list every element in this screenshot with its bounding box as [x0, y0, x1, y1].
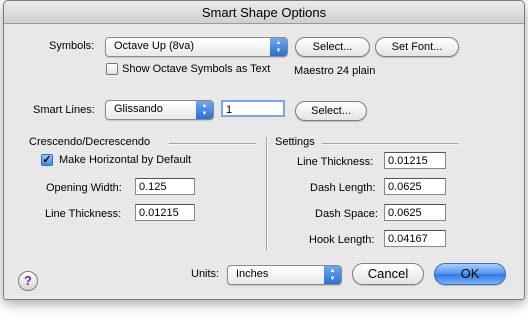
settings-vertical-divider	[266, 137, 268, 251]
smart-lines-label: Smart Lines:	[33, 104, 95, 116]
units-popup-value: Inches	[236, 268, 269, 280]
make-horizontal-label: Make Horizontal by Default	[59, 154, 192, 166]
show-octave-label: Show Octave Symbols as Text	[122, 63, 271, 75]
help-button[interactable]: ?	[18, 271, 38, 291]
symbols-popup[interactable]: Octave Up (8va) ▲ ▼	[105, 37, 288, 57]
crescendo-line-thickness-label: Line Thickness:	[45, 208, 122, 220]
dash-space-field[interactable]: 0.0625	[384, 204, 446, 221]
show-octave-checkbox[interactable]	[106, 63, 118, 75]
hook-length-label: Hook Length:	[309, 234, 375, 246]
crescendo-line-thickness-field[interactable]: 0.01215	[135, 204, 195, 221]
hook-length-field[interactable]: 0.04167	[384, 230, 446, 247]
up-down-arrows-icon: ▲ ▼	[270, 38, 287, 56]
symbol-font-info: Maestro 24 plain	[294, 65, 376, 77]
ok-button[interactable]: OK	[434, 263, 506, 285]
settings-line-thickness-field[interactable]: 0.01215	[384, 152, 446, 169]
smart-lines-number-field[interactable]: 1	[221, 100, 285, 117]
settings-heading: Settings	[275, 136, 315, 148]
symbols-select-button[interactable]: Select...	[295, 37, 370, 57]
symbols-label: Symbols:	[49, 40, 95, 52]
dialog-title: Smart Shape Options	[4, 1, 524, 24]
make-horizontal-checkbox[interactable]: ✓	[41, 154, 53, 166]
symbols-popup-value: Octave Up (8va)	[114, 40, 195, 52]
settings-line-thickness-label: Line Thickness:	[297, 156, 374, 168]
up-down-arrows-icon: ▲ ▼	[196, 101, 213, 119]
units-popup[interactable]: Inches ▲ ▼	[227, 265, 342, 285]
smart-shape-options-dialog: Smart Shape Options Symbols: Octave Up (…	[3, 0, 525, 300]
smart-lines-popup[interactable]: Glissando ▲ ▼	[105, 100, 214, 120]
opening-width-field[interactable]: 0.125	[135, 178, 195, 195]
cancel-button[interactable]: Cancel	[352, 263, 424, 285]
opening-width-label: Opening Width:	[46, 182, 122, 194]
up-down-arrows-icon: ▲ ▼	[324, 266, 341, 284]
units-label: Units:	[191, 268, 220, 280]
crescendo-heading: Crescendo/Decrescendo	[29, 136, 151, 148]
dash-space-label: Dash Space:	[315, 208, 378, 220]
dash-length-label: Dash Length:	[310, 182, 376, 194]
smart-lines-popup-value: Glissando	[114, 103, 163, 115]
smart-lines-select-button[interactable]: Select...	[295, 101, 367, 121]
set-font-button[interactable]: Set Font...	[375, 37, 459, 57]
help-icon: ?	[24, 273, 32, 288]
settings-divider	[322, 143, 458, 145]
dash-length-field[interactable]: 0.0625	[384, 178, 446, 195]
crescendo-divider	[169, 143, 256, 145]
checkmark-icon: ✓	[42, 154, 52, 166]
